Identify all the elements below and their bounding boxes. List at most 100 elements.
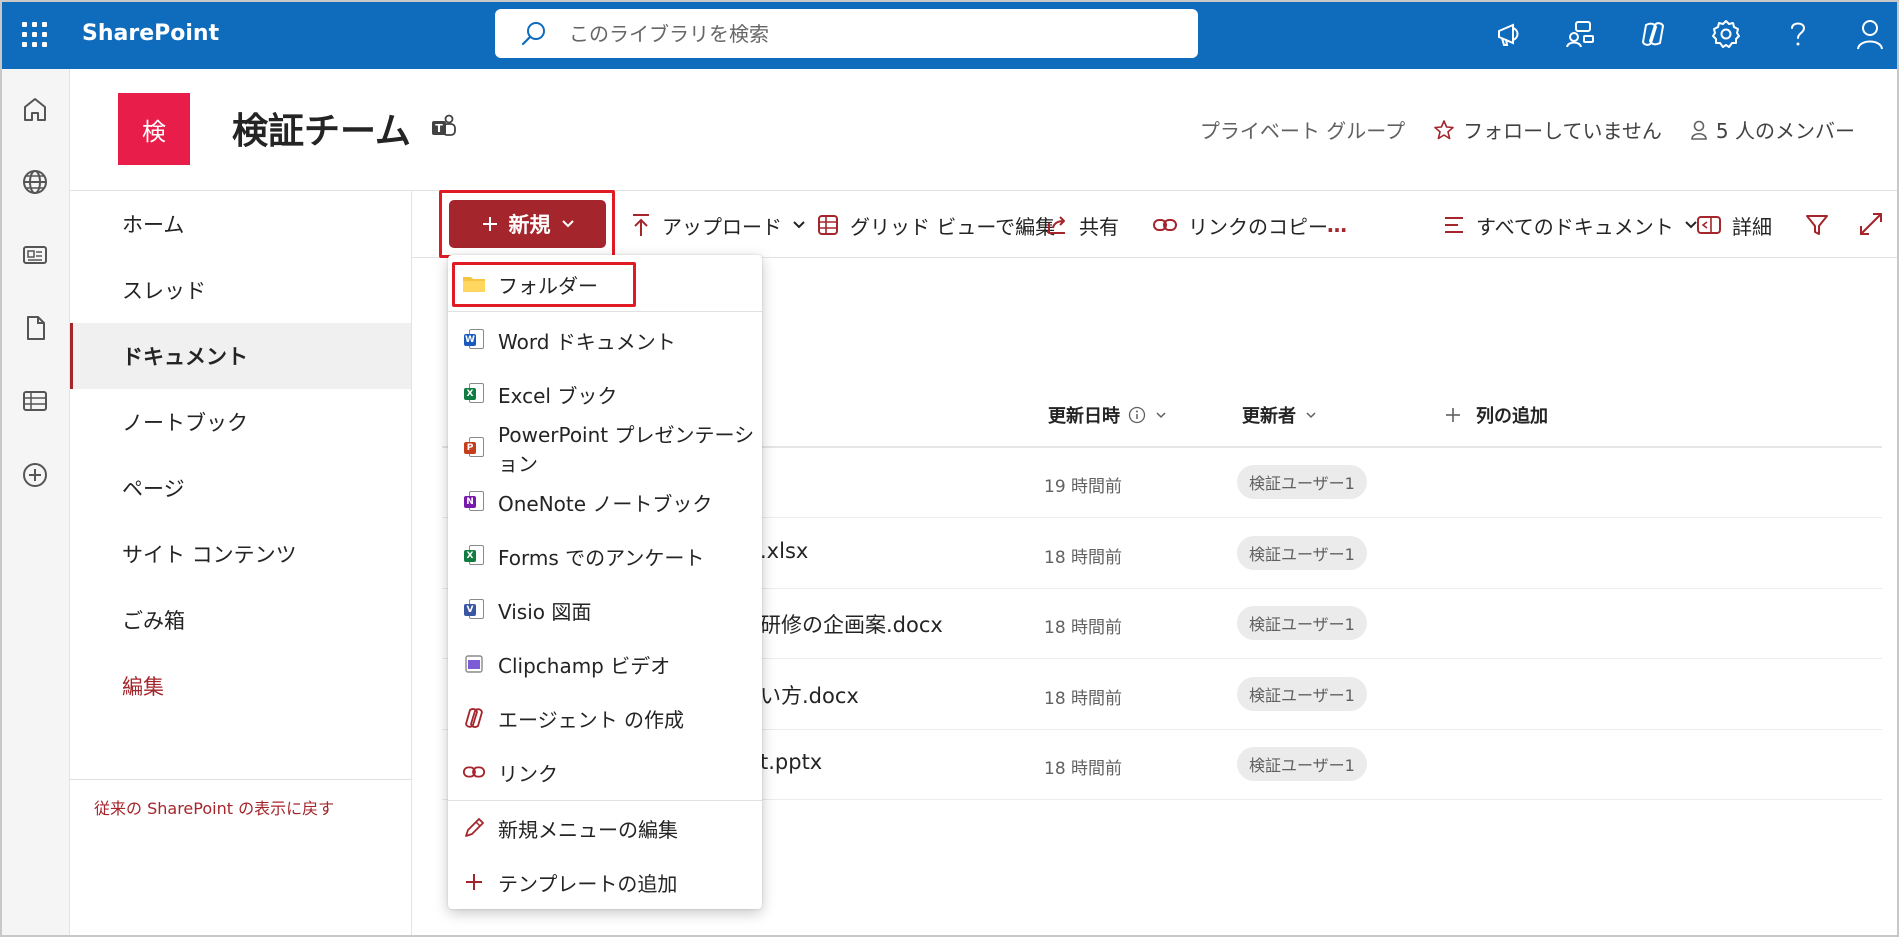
add-column-button[interactable]: 列の追加 [1444,402,1548,428]
search-icon [521,22,545,46]
modified-by-pill[interactable]: 検証ユーザー1 [1237,465,1367,499]
share-button[interactable]: 共有 [1045,210,1119,240]
nav-item-threads[interactable]: スレッド [70,257,411,323]
modified-time: 19 時間前 [1044,477,1123,497]
news-icon[interactable] [20,240,50,270]
menu-item-edit-new-menu[interactable]: 新規メニューの編集 [448,805,762,851]
menu-separator [448,311,762,312]
info-pane-icon [1697,216,1721,234]
column-header-modified-by[interactable]: 更新者 [1242,402,1318,428]
menu-item-label: PowerPoint プレゼンテーション [498,423,755,476]
suite-header: SharePoint [2,2,1897,69]
filter-icon[interactable] [1804,212,1830,238]
menu-item-agent[interactable]: エージェント の作成 [448,695,762,741]
star-icon [1434,119,1454,139]
upload-button[interactable]: アップロード [630,210,806,240]
file-name[interactable]: t.pptx [760,750,822,774]
settings-icon[interactable] [1709,17,1743,51]
modified-by-pill[interactable]: 検証ユーザー1 [1237,536,1367,570]
view-selector[interactable]: すべてのドキュメント [1442,210,1698,240]
site-meta: プライベート グループ フォローしていません 5 人のメンバー [1200,115,1855,144]
copy-link-button[interactable]: リンクのコピー [1152,210,1328,240]
modified-by-pill[interactable]: 検証ユーザー1 [1237,606,1367,640]
agent-icon [462,706,486,730]
menu-item-word[interactable]: W Word ドキュメント [448,317,762,363]
column-header-modified[interactable]: 更新日時 [1048,402,1168,428]
copilot-icon[interactable] [1636,17,1670,51]
menu-item-clipchamp[interactable]: Clipchamp ビデオ [448,641,762,687]
menu-item-label: Excel ブック [498,383,618,408]
nav-item-notebook[interactable]: ノートブック [70,389,411,455]
classic-view-link[interactable]: 従来の SharePoint の表示に戻す [94,795,334,819]
copy-link-label: リンクのコピー [1188,214,1328,239]
svg-text:T: T [435,122,443,135]
account-icon[interactable] [1853,17,1887,51]
add-column-label: 列の追加 [1476,406,1548,427]
menu-item-visio[interactable]: V Visio 図面 [448,587,762,633]
menu-separator [448,800,762,801]
search-input[interactable] [569,19,1169,49]
modified-by-pill[interactable]: 検証ユーザー1 [1237,677,1367,711]
menu-item-powerpoint[interactable]: P PowerPoint プレゼンテーション [448,423,762,476]
menu-item-link[interactable]: リンク [448,749,762,795]
lists-icon[interactable] [20,386,50,416]
nav-edit-link[interactable]: 編集 [70,653,411,719]
chevron-down-icon [561,220,574,228]
nav-item-home[interactable]: ホーム [70,191,411,257]
help-icon[interactable] [1781,17,1815,51]
powerpoint-icon: P [462,436,486,460]
people-settings-icon[interactable] [1564,17,1598,51]
menu-item-excel[interactable]: X Excel ブック [448,371,762,417]
link-icon [1153,219,1177,231]
file-name[interactable]: い方.docx [760,680,859,710]
menu-item-label: Visio 図面 [498,599,592,624]
search-box[interactable] [495,9,1198,58]
brand-link[interactable]: SharePoint [82,21,219,46]
privacy-label: プライベート グループ [1199,119,1406,143]
chevron-down-icon [1156,412,1166,419]
details-button[interactable]: 詳細 [1696,210,1772,240]
site-navigation: ホーム スレッド ドキュメント ノートブック ページ サイト コンテンツ ごみ箱… [70,190,412,935]
menu-item-label: テンプレートの追加 [498,871,678,896]
plus-icon [462,870,486,894]
site-title[interactable]: 検証チーム [232,102,411,154]
files-icon[interactable] [20,313,50,343]
new-button[interactable]: 新規 [449,200,606,248]
menu-item-label: エージェント の作成 [498,707,684,732]
modified-by-pill[interactable]: 検証ユーザー1 [1237,747,1367,781]
menu-item-add-template[interactable]: テンプレートの追加 [448,859,762,905]
forms-icon: X [462,544,486,568]
more-actions-button[interactable]: … [1327,210,1347,240]
members-button[interactable]: 5 人のメンバー [1690,115,1855,144]
teams-icon[interactable]: T [430,114,458,140]
details-label: 詳細 [1732,214,1772,239]
menu-item-forms[interactable]: X Forms でのアンケート [448,533,762,579]
share-label: 共有 [1079,214,1119,239]
nav-item-site-contents[interactable]: サイト コンテンツ [70,521,411,587]
home-icon[interactable] [20,94,50,124]
excel-icon: X [462,382,486,406]
follow-button[interactable]: フォローしていません [1433,115,1662,144]
visio-icon: V [462,598,486,622]
globe-icon[interactable] [20,167,50,197]
link-icon [462,760,486,784]
nav-item-documents[interactable]: ドキュメント [70,323,411,389]
new-button-label: 新規 [508,213,551,237]
app-launcher-icon[interactable] [22,22,48,48]
create-icon[interactable] [20,460,50,490]
upload-icon [633,214,649,236]
info-icon[interactable] [1128,406,1146,424]
nav-item-recycle-bin[interactable]: ごみ箱 [70,587,411,653]
grid-edit-button[interactable]: グリッド ビューで編集 [816,210,1055,240]
megaphone-icon[interactable] [1493,17,1527,51]
upload-label: アップロード [662,214,782,239]
menu-item-onenote[interactable]: N OneNote ノートブック [448,479,762,525]
file-name[interactable]: .xlsx [760,539,808,563]
file-name[interactable]: 研修の企画案.docx [760,609,943,639]
grid-edit-label: グリッド ビューで編集 [850,214,1056,239]
chevron-down-icon [793,221,805,229]
nav-item-pages[interactable]: ページ [70,455,411,521]
share-icon [1048,216,1065,234]
expand-icon[interactable] [1858,211,1884,237]
site-logo[interactable]: 検 [118,93,190,165]
